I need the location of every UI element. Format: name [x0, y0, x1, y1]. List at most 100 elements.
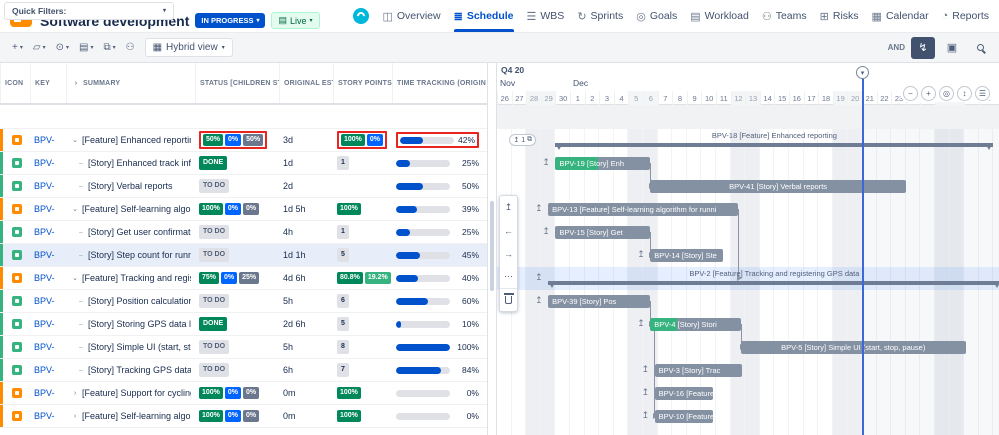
table-row-1[interactable]: BPV-⌄[Feature] Enhanced reporting50%0%50…: [0, 129, 487, 152]
table-scrollbar-thumb[interactable]: [490, 201, 494, 291]
add-button[interactable]: +▾: [8, 39, 27, 56]
table-row-7[interactable]: BPV-⌄[Feature] Tracking and register75%0…: [0, 267, 487, 290]
issue-key[interactable]: BPV-: [34, 204, 55, 214]
gantt-task-bar[interactable]: BPV-16 [Feature] S: [655, 387, 713, 400]
column-header-icon[interactable]: ICON: [0, 63, 30, 103]
link-count-badge[interactable]: ↥1⧉: [509, 134, 536, 146]
gantt-task-bar[interactable]: BPV-15 [Story] Get: [555, 226, 650, 239]
expand-toggle-icon[interactable]: ›: [70, 413, 80, 420]
zoom-out-button[interactable]: −: [903, 86, 918, 101]
nav-overview[interactable]: ◫Overview: [382, 0, 440, 32]
search-button[interactable]: [969, 37, 991, 59]
expand-all-icon[interactable]: ›: [71, 80, 81, 87]
column-header-time-tracking-origin[interactable]: TIME TRACKING (ORIGIN⚙: [392, 63, 487, 103]
column-header-summary[interactable]: ›SUMMARY: [66, 63, 195, 103]
fit-button[interactable]: ↕: [957, 86, 972, 101]
view-selector[interactable]: ▦ Hybrid view ▾: [145, 38, 233, 57]
table-row-6[interactable]: BPV-–[Story] Step count for runninTO DO1…: [0, 244, 487, 267]
upload-icon[interactable]: ↥: [637, 319, 645, 328]
gantt-task-bar[interactable]: BPV-10 [Feature] S: [655, 410, 713, 423]
nav-workload[interactable]: ▤Workload: [690, 0, 749, 32]
gantt-task-bar[interactable]: BPV-14 [Story] Ste: [650, 249, 723, 262]
issue-key[interactable]: BPV-: [34, 135, 55, 145]
pane-divider[interactable]: ‹: [487, 63, 497, 435]
upload-icon[interactable]: ↥: [535, 296, 543, 305]
trash-button[interactable]: [500, 288, 517, 311]
gantt-summary-bar[interactable]: BPV-2 [Feature] Tracking and registering…: [548, 267, 999, 290]
rows-button[interactable]: ▤▾: [75, 39, 97, 56]
issue-key[interactable]: BPV-: [34, 342, 55, 352]
today-marker[interactable]: ▾: [856, 66, 869, 79]
arrow-left-button[interactable]: ←: [500, 219, 517, 242]
table-row-2[interactable]: BPV-–[Story] Enhanced track inforDONE1d1…: [0, 152, 487, 175]
table-row-4[interactable]: BPV-⌄[Feature] Self-learning algorith100…: [0, 198, 487, 221]
nav-reports[interactable]: ◔Reports: [942, 0, 989, 32]
menu-button[interactable]: ☰: [975, 86, 990, 101]
upload-icon[interactable]: ↥: [642, 411, 650, 420]
status-dropdown[interactable]: IN PROGRESS ▾: [195, 13, 265, 28]
upload-icon[interactable]: ↥: [535, 273, 543, 282]
more-button[interactable]: ⋯: [500, 265, 517, 288]
target-button[interactable]: ◎: [939, 86, 954, 101]
nav-goals[interactable]: ◎Goals: [636, 0, 677, 32]
table-row-10[interactable]: BPV-–[Story] Simple UI (start, stopTO DO…: [0, 336, 487, 359]
live-dropdown[interactable]: ▤ Live ▾: [271, 12, 319, 29]
links-button[interactable]: ⧉▾: [99, 39, 119, 56]
column-header-original-estim[interactable]: ORIGINAL ESTIM: [279, 63, 333, 103]
gantt-task-bar[interactable]: BPV-4 [Story] Stori: [650, 318, 741, 331]
issue-key[interactable]: BPV-: [34, 365, 55, 375]
app-avatar[interactable]: [353, 8, 369, 24]
table-row-11[interactable]: BPV-–[Story] Tracking GPS dataTO DO6h784…: [0, 359, 487, 382]
nav-schedule[interactable]: ≣Schedule: [454, 0, 514, 32]
expand-toggle-icon[interactable]: ⌄: [70, 206, 80, 213]
gantt-task-bar[interactable]: BPV-5 [Story] Simple UI (start, stop, pa…: [741, 341, 966, 354]
table-row-3[interactable]: BPV-–[Story] Verbal reportsTO DO2d50%: [0, 175, 487, 198]
issue-key[interactable]: BPV-: [34, 319, 55, 329]
table-row-12[interactable]: BPV-›[Feature] Support for cycling, v100…: [0, 382, 487, 405]
expand-toggle-icon[interactable]: ⌄: [70, 275, 80, 282]
nav-wbs[interactable]: ☰WBS: [527, 0, 565, 32]
gantt-summary-bar[interactable]: BPV-18 [Feature] Enhanced reporting: [555, 129, 993, 152]
issue-key[interactable]: BPV-: [34, 273, 55, 283]
quick-filters-select[interactable]: Quick Filters: ▾: [4, 2, 174, 20]
column-header-story-points[interactable]: STORY POINTS [: [333, 63, 392, 103]
auto-actions-button[interactable]: ↯: [911, 37, 935, 59]
issue-key[interactable]: BPV-: [34, 296, 55, 306]
scope-button[interactable]: ▱▾: [29, 39, 50, 56]
zoom-in-button[interactable]: +: [921, 86, 936, 101]
column-header-key[interactable]: KEY: [30, 63, 66, 103]
expand-toggle-icon[interactable]: ›: [70, 390, 80, 397]
issue-key[interactable]: BPV-: [34, 411, 55, 421]
upload-icon[interactable]: ↥: [642, 388, 650, 397]
table-row-9[interactable]: BPV-–[Story] Storing GPS data locDONE2d …: [0, 313, 487, 336]
nav-calendar[interactable]: ▦Calendar: [872, 0, 929, 32]
box-button[interactable]: ▣: [941, 37, 963, 59]
visibility-button[interactable]: ⊙▾: [52, 39, 73, 56]
issue-key[interactable]: BPV-: [34, 250, 55, 260]
gantt-task-bar[interactable]: BPV-3 [Story] Trac: [655, 364, 743, 377]
table-row-13[interactable]: BPV-›[Feature] Self-learning algorith100…: [0, 405, 487, 428]
gantt-task-bar[interactable]: BPV-19 [Story] Enh: [555, 157, 650, 170]
issue-key[interactable]: BPV-: [34, 158, 55, 168]
upload-icon[interactable]: ↥: [542, 227, 550, 236]
upload-icon[interactable]: ↥: [542, 158, 550, 167]
nav-teams[interactable]: ⚇Teams: [762, 0, 807, 32]
upload-button[interactable]: ↥: [500, 196, 517, 219]
nav-risks[interactable]: ⊞Risks: [820, 0, 859, 32]
upload-icon[interactable]: ↥: [637, 250, 645, 259]
table-row-5[interactable]: BPV-–[Story] Get user confirmatioTO DO4h…: [0, 221, 487, 244]
issue-key[interactable]: BPV-: [34, 181, 55, 191]
upload-icon[interactable]: ↥: [642, 365, 650, 374]
expand-toggle-icon[interactable]: ⌄: [70, 137, 80, 144]
table-row-8[interactable]: BPV-–[Story] Position calculationTO DO5h…: [0, 290, 487, 313]
issue-key[interactable]: BPV-: [34, 388, 55, 398]
resources-button[interactable]: ⚇: [122, 39, 139, 56]
upload-icon[interactable]: ↥: [535, 204, 543, 213]
arrow-right-button[interactable]: →: [500, 242, 517, 265]
nav-sprints[interactable]: ↻Sprints: [577, 0, 623, 32]
column-header-status-children-sta[interactable]: STATUS [CHILDREN STA: [195, 63, 279, 103]
gantt-task-bar[interactable]: BPV-39 [Story] Pos: [548, 295, 650, 308]
gantt-task-bar[interactable]: BPV-13 [Feature] Self-learning algorithm…: [548, 203, 738, 216]
gantt-task-bar[interactable]: BPV-41 [Story] Verbal reports: [650, 180, 906, 193]
issue-key[interactable]: BPV-: [34, 227, 55, 237]
